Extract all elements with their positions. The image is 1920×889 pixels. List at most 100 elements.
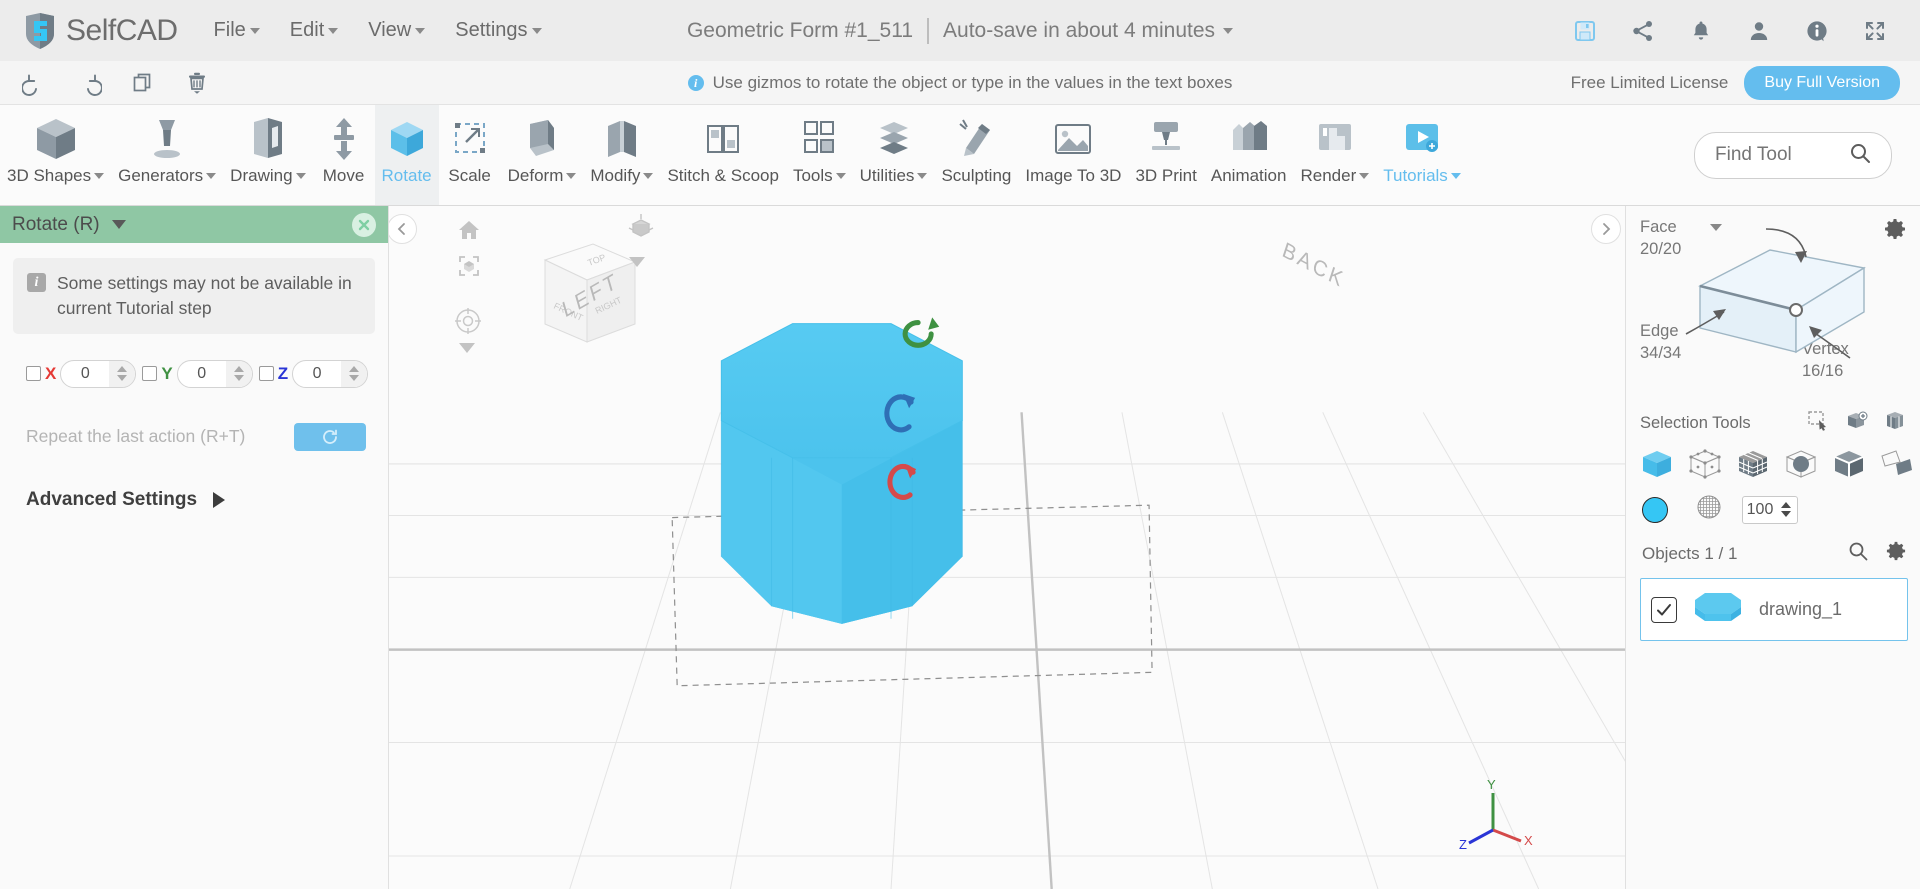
axis-x-spin-arrows[interactable] — [109, 360, 136, 387]
properties-panel: Face 20/20 Edge 34/34 Vertex 16/16 Selec… — [1625, 206, 1920, 889]
save-icon[interactable] — [1572, 18, 1598, 44]
search-icon[interactable] — [1849, 142, 1871, 169]
collapse-right-panel-button[interactable] — [1591, 214, 1621, 244]
fullscreen-icon[interactable] — [1862, 18, 1888, 44]
redo-icon[interactable] — [76, 70, 102, 96]
edge-mode-icon[interactable] — [1832, 448, 1866, 480]
notifications-bell-icon[interactable] — [1688, 18, 1714, 44]
tool-rotate[interactable]: Rotate — [374, 105, 439, 205]
main-menu: File Edit View Settings — [214, 19, 542, 42]
tool-image-to-3d-label: Image To 3D — [1025, 166, 1122, 185]
chevron-down-icon[interactable] — [629, 254, 645, 272]
color-swatch[interactable] — [1642, 496, 1668, 523]
tool-modify[interactable]: Modify — [583, 105, 660, 205]
gear-icon[interactable] — [1886, 541, 1906, 566]
tool-image-to-3d[interactable]: Image To 3D — [1018, 105, 1128, 205]
objects-count-label: Objects 1 / 1 — [1642, 543, 1738, 563]
tool-drawing[interactable]: Drawing — [223, 105, 312, 205]
menu-edit[interactable]: Edit — [290, 19, 339, 42]
delete-trash-icon[interactable] — [184, 70, 210, 96]
add-selection-icon[interactable] — [1846, 411, 1868, 436]
axis-z-spin-arrows[interactable] — [341, 360, 368, 387]
texture-sphere-icon[interactable] — [1696, 494, 1722, 525]
find-tool-search[interactable] — [1694, 131, 1892, 179]
tool-generators[interactable]: Generators — [111, 105, 223, 205]
edge-count-info: Edge 34/34 — [1640, 320, 1681, 365]
sphere-in-cube-icon[interactable] — [1784, 448, 1818, 480]
object-mode-icon[interactable] — [1640, 448, 1674, 480]
vertex-mode-icon[interactable] — [1688, 448, 1722, 480]
axis-label-x: X — [1524, 833, 1533, 848]
tool-deform[interactable]: Deform — [501, 105, 584, 205]
face-mode-icon[interactable] — [1736, 448, 1770, 480]
close-icon[interactable] — [352, 212, 376, 237]
rectangle-select-icon[interactable] — [1808, 410, 1830, 436]
rotation-axis-inputs: X Y — [26, 359, 388, 388]
axis-x-input[interactable] — [61, 364, 110, 383]
polygon-mode-icon[interactable] — [1880, 448, 1914, 480]
buy-full-version-button[interactable]: Buy Full Version — [1744, 65, 1900, 100]
axis-x-group: X — [26, 359, 137, 388]
list-item[interactable]: drawing_1 — [1640, 578, 1908, 641]
opacity-stepper[interactable] — [1742, 495, 1798, 524]
undo-icon[interactable] — [22, 70, 48, 96]
chevron-down-icon[interactable] — [459, 340, 475, 358]
home-view-icon[interactable] — [457, 218, 481, 247]
info-icon: i — [687, 75, 704, 91]
box-selection-icon[interactable] — [1884, 411, 1906, 436]
axis-y-spin-arrows[interactable] — [225, 360, 252, 387]
axis-x-stepper[interactable] — [60, 359, 137, 388]
advanced-settings-toggle[interactable]: Advanced Settings — [26, 489, 388, 511]
view-cube-gizmo-icon[interactable] — [627, 212, 655, 253]
axis-z-checkbox[interactable] — [258, 366, 274, 382]
axis-z-input[interactable] — [293, 364, 342, 383]
opacity-input[interactable] — [1743, 500, 1777, 519]
menu-file[interactable]: File — [214, 19, 260, 42]
object-visibility-checkbox[interactable] — [1651, 596, 1677, 623]
sculpting-icon — [952, 111, 1000, 167]
utilities-icon — [870, 111, 918, 167]
app-logo[interactable]: SelfCAD — [22, 12, 178, 50]
user-account-icon[interactable] — [1746, 18, 1772, 44]
repeat-action-button[interactable] — [294, 422, 366, 451]
tool-3d-shapes-label: 3D Shapes — [7, 167, 105, 184]
modify-icon — [598, 111, 646, 167]
duplicate-icon[interactable] — [130, 70, 156, 96]
axis-x-checkbox[interactable] — [26, 366, 41, 382]
search-icon[interactable] — [1848, 541, 1868, 566]
document-title[interactable]: Geometric Form #1_511 — [687, 19, 913, 43]
chevron-down-icon[interactable] — [111, 220, 126, 229]
share-icon[interactable] — [1630, 18, 1656, 44]
menu-file-label: File — [213, 19, 246, 41]
tools-icon — [795, 111, 843, 167]
objects-actions — [1848, 541, 1906, 566]
opacity-spin-arrows[interactable] — [1777, 502, 1795, 517]
tool-sculpting[interactable]: Sculpting — [934, 105, 1018, 205]
orbit-navigation-icon[interactable] — [453, 306, 483, 341]
axis-y-stepper[interactable] — [176, 359, 253, 388]
tool-3d-shapes[interactable]: 3D Shapes — [0, 105, 111, 205]
zoom-to-fit-icon[interactable] — [457, 254, 481, 283]
autosave-status[interactable]: Auto-save in about 4 minutes — [943, 19, 1234, 43]
tool-animation[interactable]: Animation — [1204, 105, 1294, 205]
license-zone: Free Limited License Buy Full Version — [1571, 65, 1900, 100]
3d-viewport[interactable]: TOP FRONT RIGHT LEFT BACK Y X Z — [389, 206, 1625, 889]
tool-tutorials[interactable]: Tutorials — [1376, 105, 1468, 205]
tool-tools[interactable]: Tools — [786, 105, 853, 205]
tool-render[interactable]: Render — [1293, 105, 1376, 205]
menu-view[interactable]: View — [368, 19, 426, 42]
tool-stitch-scoop[interactable]: Stitch & Scoop — [660, 105, 786, 205]
tool-utilities[interactable]: Utilities — [853, 105, 935, 205]
menu-settings[interactable]: Settings — [455, 19, 542, 42]
info-icon[interactable] — [1804, 18, 1830, 44]
axis-y-checkbox[interactable] — [142, 366, 158, 382]
history-actions — [22, 70, 210, 96]
chevron-down-icon — [566, 172, 577, 179]
find-tool-input[interactable] — [1715, 144, 1835, 166]
axis-z-stepper[interactable] — [292, 359, 369, 388]
tool-3d-print[interactable]: 3D Print — [1128, 105, 1203, 205]
axis-label-z: Z — [1459, 837, 1467, 852]
tool-move[interactable]: Move — [313, 105, 375, 205]
axis-y-input[interactable] — [177, 364, 226, 383]
tool-scale[interactable]: Scale — [439, 105, 501, 205]
